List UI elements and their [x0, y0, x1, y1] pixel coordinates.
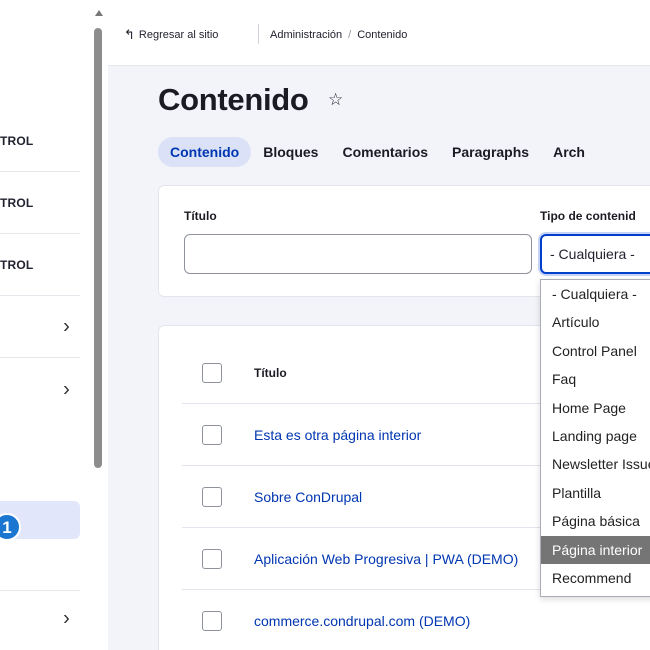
back-arrow-icon: ↰ [124, 27, 135, 42]
tab-blocks[interactable]: Bloques [251, 137, 330, 167]
breadcrumb: Administración / Contenido [270, 29, 407, 41]
content-type-dropdown: - Cualquiera - Artículo Control Panel Fa… [540, 279, 650, 597]
dropdown-option[interactable]: - Cualquiera - [541, 280, 650, 308]
chevron-right-icon: › [63, 315, 70, 337]
row-title-link[interactable]: Sobre ConDrupal [254, 489, 362, 505]
sidebar-item-label: TROL [0, 133, 34, 148]
breadcrumb-item-content[interactable]: Contenido [357, 29, 407, 41]
table-row: commerce.condrupal.com (DEMO) [182, 590, 650, 650]
star-icon[interactable]: ☆ [328, 90, 343, 110]
row-title-link[interactable]: Aplicación Web Progresiva | PWA (DEMO) [254, 551, 518, 567]
back-to-site-label: Regresar al sitio [138, 29, 219, 41]
sidebar-item-control-2[interactable]: TROL [0, 172, 80, 234]
content-type-select[interactable]: - Cualquiera - [540, 234, 650, 274]
row-checkbox[interactable] [202, 486, 222, 507]
sidebar-item-expandable-2[interactable]: › [0, 358, 80, 422]
sidebar-item-expandable-1[interactable]: › [0, 296, 80, 358]
tab-comments[interactable]: Comentarios [330, 137, 440, 167]
page-title: Contenido [158, 82, 309, 117]
tab-files[interactable]: Arch [541, 137, 597, 167]
title-filter-input[interactable] [184, 234, 532, 274]
dropdown-option[interactable]: Recommend [541, 564, 650, 592]
sidebar-item-expandable-3[interactable]: › [0, 590, 80, 646]
chevron-right-icon: › [63, 607, 70, 629]
back-to-site-link[interactable]: ↰ Regresar al sitio [124, 27, 218, 43]
select-all-checkbox[interactable] [202, 362, 222, 383]
row-title-link[interactable]: commerce.condrupal.com (DEMO) [254, 613, 470, 629]
sidebar-item-label: TROL [0, 257, 34, 272]
dropdown-option[interactable]: Landing page [541, 422, 650, 450]
row-checkbox[interactable] [202, 548, 222, 569]
sidebar-item-control-1[interactable]: TROL [0, 110, 80, 172]
sidebar-item-control-3[interactable]: TROL [0, 234, 80, 296]
main-content: ↰ Regresar al sitio Administración / Con… [108, 0, 650, 650]
dropdown-option[interactable]: Página básica [541, 507, 650, 535]
column-header-title[interactable]: Título [254, 366, 287, 380]
breadcrumb-item-admin[interactable]: Administración [270, 29, 342, 41]
breadcrumb-separator: / [348, 29, 352, 41]
row-title-link[interactable]: Esta es otra página interior [254, 427, 421, 443]
dropdown-option[interactable]: Home Page [541, 394, 650, 422]
chevron-right-icon: › [63, 378, 70, 401]
dropdown-option[interactable]: Control Panel [541, 337, 650, 365]
top-bar: ↰ Regresar al sitio Administración / Con… [108, 0, 650, 66]
scrollbar-thumb[interactable] [94, 28, 102, 468]
step-badge-icon: 1 [0, 513, 21, 541]
row-checkbox[interactable] [202, 424, 222, 445]
breadcrumb-divider [258, 24, 259, 44]
dropdown-option-highlighted[interactable]: Página interior [541, 535, 650, 564]
dropdown-option[interactable]: Artículo [541, 308, 650, 336]
tab-bar: Contenido Bloques Comentarios Paragraphs… [158, 137, 597, 167]
content-type-label: Tipo de contenid [540, 209, 636, 223]
tab-content[interactable]: Contenido [158, 137, 252, 167]
sidebar-item-label: TROL [0, 195, 34, 210]
sidebar: TROL TROL TROL › › 1 › [0, 0, 90, 650]
scroll-up-icon[interactable] [95, 10, 103, 16]
step-badge-number: 1 [2, 518, 11, 537]
row-checkbox[interactable] [202, 610, 222, 631]
dropdown-option[interactable]: Faq [541, 365, 650, 393]
dropdown-option[interactable]: Plantilla [541, 479, 650, 507]
title-filter-label: Título [184, 209, 217, 223]
tab-paragraphs[interactable]: Paragraphs [440, 137, 541, 167]
dropdown-option[interactable]: Newsletter Issue [541, 450, 650, 478]
